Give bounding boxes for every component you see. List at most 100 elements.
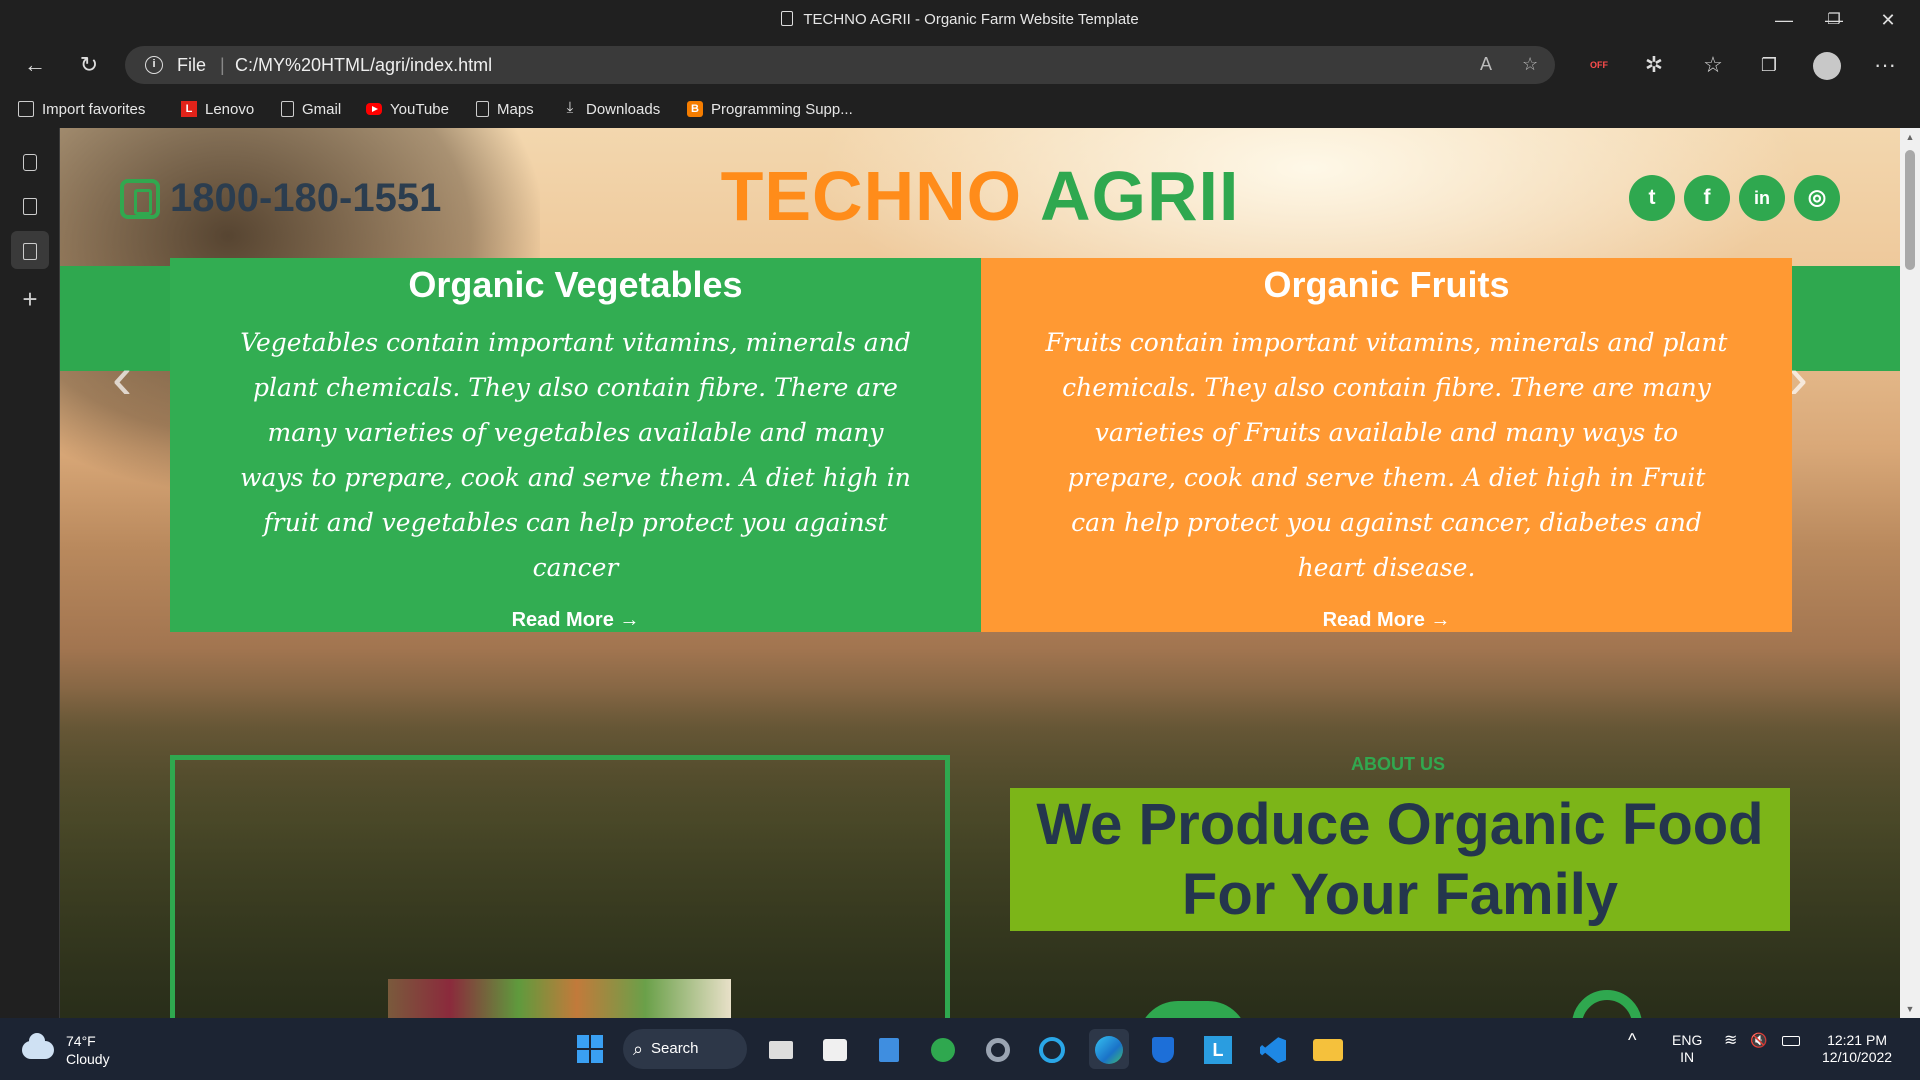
tab-page-active[interactable] xyxy=(11,231,49,269)
store-icon[interactable] xyxy=(815,1029,855,1069)
page-scrollbar[interactable]: ▲ ▼ xyxy=(1900,128,1920,1018)
edge-icon[interactable] xyxy=(1089,1029,1129,1069)
taskbar-search[interactable]: Search xyxy=(623,1029,747,1069)
bookmark-label: Downloads xyxy=(586,100,661,118)
about-us-label: ABOUT US xyxy=(1351,754,1445,774)
fruits-card: Organic Fruits Fruits contain important … xyxy=(981,258,1792,632)
read-more-link[interactable]: Read More → xyxy=(981,609,1792,632)
site-logo[interactable]: TECHNO AGRII xyxy=(60,156,1900,236)
more-menu-button[interactable]: ··· xyxy=(1866,46,1904,84)
tray-overflow-icon[interactable]: ^ xyxy=(1628,1031,1636,1049)
weather-widget[interactable]: 74°F Cloudy xyxy=(22,1032,110,1068)
new-tab-button[interactable]: + xyxy=(11,280,49,318)
page-viewport: 1800-180-1551 TECHNO AGRII t f in ◎ ‹ › … xyxy=(60,128,1900,1018)
url-text[interactable]: C:/MY%20HTML/agri/index.html xyxy=(235,55,492,76)
cortana-glyph xyxy=(1039,1037,1065,1064)
page-icon xyxy=(23,197,37,215)
bookmark-lenovo[interactable]: L Lenovo xyxy=(181,99,254,119)
wifi-icon[interactable]: ≋ xyxy=(1724,1032,1737,1049)
back-button[interactable]: ← xyxy=(16,46,54,84)
tab-actions-icon[interactable] xyxy=(11,142,49,180)
tab-actions-glyph xyxy=(23,153,37,171)
youtube-icon xyxy=(366,103,382,115)
card-title: Organic Fruits xyxy=(1263,264,1510,305)
language-indicator[interactable]: ENG IN xyxy=(1672,1032,1702,1066)
windows-icon xyxy=(577,1035,605,1063)
battery-icon[interactable] xyxy=(1782,1032,1800,1050)
facebook-icon[interactable]: f xyxy=(1684,175,1730,221)
defender-icon[interactable] xyxy=(1143,1029,1183,1069)
battery-glyph xyxy=(1782,1036,1800,1046)
scroll-up-arrow[interactable]: ▲ xyxy=(1900,132,1920,142)
vegetables-card: Organic Vegetables Vegetables contain im… xyxy=(170,258,981,632)
bookmark-label: Maps xyxy=(497,100,534,118)
shield-glyph xyxy=(1152,1037,1174,1064)
title-bar: TECHNO AGRII - Organic Farm Website Temp… xyxy=(0,0,1920,40)
tab-page-1[interactable] xyxy=(11,186,49,224)
vscode-icon[interactable] xyxy=(1253,1029,1293,1069)
settings-icon[interactable] xyxy=(978,1029,1018,1069)
page-icon xyxy=(23,242,37,260)
date-text: 12/10/2022 xyxy=(1822,1049,1893,1065)
scrollbar-thumb[interactable] xyxy=(1905,150,1915,270)
window-title: TECHNO AGRII - Organic Farm Website Temp… xyxy=(0,11,1920,28)
add-favorite-icon[interactable]: ☆ xyxy=(1522,54,1538,75)
file-label: File xyxy=(177,55,207,75)
minimize-window-button[interactable]: — xyxy=(1756,0,1812,40)
region-text: IN xyxy=(1680,1049,1695,1065)
address-separator: | xyxy=(220,55,225,75)
lenovo-glyph: L xyxy=(1204,1036,1232,1065)
bookmark-import-favorites[interactable]: Import favorites xyxy=(18,99,145,119)
bookmark-youtube[interactable]: YouTube xyxy=(366,99,449,119)
xbox-icon[interactable] xyxy=(923,1029,963,1069)
close-button[interactable]: ✕ xyxy=(1860,0,1916,40)
volume-icon[interactable]: 🔇 xyxy=(1750,1032,1767,1049)
file-explorer-icon[interactable] xyxy=(1308,1029,1348,1069)
read-more-link[interactable]: Read More → xyxy=(170,609,981,632)
vertical-tabs-panel: + xyxy=(0,128,60,1018)
notepad-icon[interactable] xyxy=(869,1029,909,1069)
download-icon: ⤓ xyxy=(566,99,574,116)
bookmark-gmail[interactable]: Gmail xyxy=(281,99,341,119)
blogger-icon: B xyxy=(687,101,703,117)
profile-avatar[interactable] xyxy=(1808,46,1846,84)
collections-icon[interactable]: ❐ xyxy=(1750,46,1788,84)
clock[interactable]: 12:21 PM 12/10/2022 xyxy=(1822,1032,1892,1066)
notepad-glyph xyxy=(879,1038,899,1063)
bookmark-label: Import favorites xyxy=(42,100,146,118)
page-icon xyxy=(476,101,489,117)
cloud-icon xyxy=(22,1033,54,1059)
refresh-button[interactable]: ↻ xyxy=(70,46,108,84)
avatar-icon xyxy=(1813,52,1841,81)
gear-glyph xyxy=(986,1038,1010,1063)
info-icon[interactable]: i xyxy=(145,56,163,74)
time-text: 12:21 PM xyxy=(1827,1032,1887,1048)
lang-text: ENG xyxy=(1672,1032,1703,1048)
page-icon xyxy=(781,11,794,26)
vscode-glyph xyxy=(1260,1037,1286,1064)
bookmark-downloads[interactable]: ⤓ Downloads xyxy=(562,99,661,119)
restore-button[interactable]: ❐ xyxy=(1806,0,1862,40)
bookmark-maps[interactable]: Maps xyxy=(476,99,534,119)
start-button[interactable] xyxy=(571,1029,611,1069)
task-view-glyph xyxy=(769,1041,793,1060)
adblock-icon[interactable]: OFF xyxy=(1580,46,1618,84)
bookmark-label: YouTube xyxy=(390,100,449,118)
favorites-icon[interactable]: ☆ xyxy=(1694,46,1732,84)
slider-prev-arrow[interactable]: ‹ xyxy=(112,343,132,412)
scroll-down-arrow[interactable]: ▼ xyxy=(1900,1004,1920,1014)
cortana-icon[interactable] xyxy=(1032,1029,1072,1069)
edge-glyph xyxy=(1095,1036,1123,1065)
task-view-icon[interactable] xyxy=(761,1029,801,1069)
lenovo-app-icon[interactable]: L xyxy=(1198,1029,1238,1069)
store-glyph xyxy=(823,1039,847,1062)
address-bar[interactable]: i File | C:/MY%20HTML/agri/index.html A … xyxy=(125,46,1555,84)
import-icon xyxy=(18,101,34,117)
twitter-icon[interactable]: t xyxy=(1629,175,1675,221)
extensions-icon[interactable]: ✲ xyxy=(1635,46,1673,84)
linkedin-icon[interactable]: in xyxy=(1739,175,1785,221)
bookmark-programming[interactable]: B Programming Supp... xyxy=(687,99,853,119)
window-title-text: TECHNO AGRII - Organic Farm Website Temp… xyxy=(803,11,1139,28)
read-aloud-icon[interactable]: A xyxy=(1480,54,1492,75)
instagram-icon[interactable]: ◎ xyxy=(1794,175,1840,221)
